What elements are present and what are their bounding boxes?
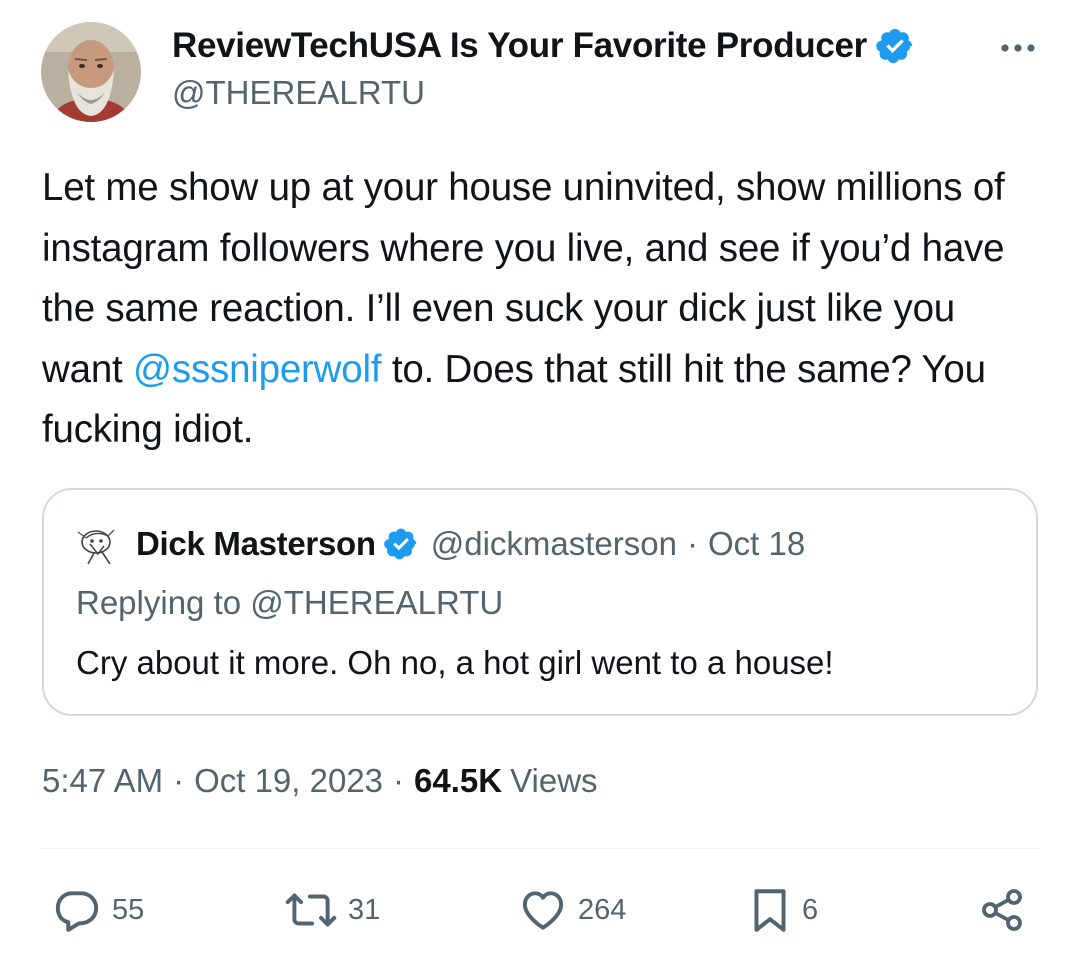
- like-count: 264: [578, 893, 627, 926]
- reply-button[interactable]: 55: [52, 880, 144, 940]
- bookmark-button[interactable]: 6: [748, 880, 818, 940]
- action-bar: 55 31 264 6: [0, 880, 1080, 940]
- author-name-row[interactable]: ReviewTechUSA Is Your Favorite Producer: [172, 24, 915, 68]
- repost-count: 31: [348, 893, 381, 926]
- quote-avatar[interactable]: [74, 524, 122, 568]
- quote-separator: ·: [686, 525, 698, 562]
- tweet-detail: ReviewTechUSA Is Your Favorite Producer …: [0, 0, 1080, 960]
- tweet-date[interactable]: Oct 19, 2023: [194, 762, 383, 800]
- meta-separator: ·: [173, 762, 185, 799]
- author-name[interactable]: ReviewTechUSA Is Your Favorite Producer: [172, 26, 867, 66]
- like-button[interactable]: 264: [518, 880, 626, 940]
- verified-badge-icon[interactable]: [875, 26, 915, 66]
- bookmark-icon: [748, 885, 792, 935]
- heart-icon: [518, 885, 568, 935]
- views-count[interactable]: 64.5K: [414, 762, 502, 800]
- author-handle[interactable]: @THEREALRTU: [172, 74, 425, 112]
- quote-author-handle[interactable]: @dickmasterson: [431, 525, 677, 563]
- views-label: Views: [510, 762, 598, 799]
- tweet-time[interactable]: 5:47 AM: [42, 762, 163, 800]
- quote-replying-to: Replying to @THEREALRTU: [76, 584, 504, 621]
- quote-verified-badge-icon: [383, 526, 419, 562]
- repost-arrows-icon: [284, 885, 338, 935]
- share-icon: [978, 886, 1026, 934]
- author-avatar[interactable]: [41, 22, 141, 122]
- share-button[interactable]: [978, 880, 1026, 940]
- quoted-tweet[interactable]: Dick Masterson @dickmasterson · Oct 18 R…: [42, 488, 1038, 716]
- quote-author-name[interactable]: Dick Masterson: [136, 525, 376, 563]
- bookmark-count: 6: [802, 893, 819, 926]
- quote-header: Dick Masterson @dickmasterson · Oct 18: [136, 524, 805, 564]
- meta-separator-2: ·: [393, 762, 405, 799]
- tweet-text: Let me show up at your house uninvited, …: [42, 158, 1042, 461]
- quote-text: Cry about it more. Oh no, a hot girl wen…: [76, 644, 834, 681]
- more-dots-icon[interactable]: [996, 30, 1040, 66]
- reply-count: 55: [112, 893, 145, 926]
- repost-button[interactable]: 31: [284, 880, 380, 940]
- tweet-meta: 5:47 AM · Oct 19, 2023 · 64.5K Views: [42, 762, 598, 800]
- reply-bubble-icon: [52, 885, 102, 935]
- mention-link[interactable]: @sssniperwolf: [133, 348, 382, 391]
- divider: [42, 848, 1040, 849]
- quote-date[interactable]: Oct 18: [708, 525, 805, 563]
